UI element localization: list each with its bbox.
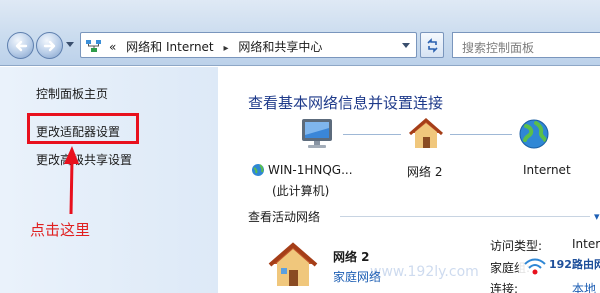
watermark-url: www.192ly.com [370, 264, 479, 280]
network-adapter-icon [252, 164, 264, 176]
computer-icon [302, 119, 332, 148]
address-history-chevron-icon[interactable] [402, 43, 410, 49]
breadcrumb-network-internet[interactable]: 网络和 Internet [126, 40, 213, 54]
house-icon [409, 118, 443, 148]
highlight-box [27, 113, 139, 144]
search-placeholder: 搜索控制面板 [462, 41, 535, 55]
forward-button[interactable] [36, 32, 63, 59]
breadcrumb-overflow[interactable]: « [109, 40, 116, 54]
access-type-value: Inter [572, 237, 600, 251]
connection-line [450, 134, 512, 135]
more-link[interactable]: ▾ [594, 210, 600, 223]
search-input[interactable]: 搜索控制面板 [452, 32, 600, 58]
active-network-name: 网络 2 [333, 250, 370, 264]
this-computer-label: (此计算机) [272, 184, 330, 198]
explorer-toolbar: « 网络和 Internet ▸ 网络和共享中心 搜索控制面板 [0, 0, 600, 66]
watermark-text: 192路由网 [549, 258, 600, 271]
refresh-button[interactable] [420, 32, 444, 58]
recent-pages-chevron-icon[interactable] [66, 42, 74, 48]
advanced-sharing-settings-link[interactable]: 更改高级共享设置 [36, 151, 132, 168]
globe-icon [519, 119, 549, 149]
breadcrumb-sharing-center[interactable]: 网络和共享中心 [238, 40, 322, 54]
router-wifi-icon [524, 258, 546, 275]
active-networks-header: 查看活动网络 [248, 210, 321, 224]
red-arrow-icon [64, 146, 79, 215]
connections-label: 连接: [490, 282, 519, 293]
page-title: 查看基本网络信息并设置连接 [248, 94, 444, 112]
back-arrow-icon [15, 40, 28, 52]
network-folder-icon [86, 40, 101, 52]
task-pane [0, 67, 218, 293]
local-connection-link[interactable]: 本地 [572, 280, 596, 293]
section-divider [340, 216, 590, 217]
network-label: 网络 2 [407, 165, 443, 179]
breadcrumb-separator[interactable]: ▸ [223, 43, 228, 54]
address-bar[interactable]: « 网络和 Internet ▸ 网络和共享中心 [80, 32, 417, 58]
computer-name-label: WIN-1HNQG... [268, 163, 353, 177]
house-icon [268, 242, 318, 286]
back-button[interactable] [7, 32, 34, 59]
refresh-icon [427, 38, 438, 53]
click-here-annotation: 点击这里 [30, 221, 91, 239]
control-panel-home-link[interactable]: 控制面板主页 [36, 85, 108, 102]
connection-line [343, 134, 401, 135]
internet-label: Internet [523, 163, 571, 177]
breadcrumb: « 网络和 Internet ▸ 网络和共享中心 [109, 38, 322, 55]
watermark-logo: 192路由网 [519, 252, 600, 280]
forward-arrow-icon [43, 40, 56, 52]
